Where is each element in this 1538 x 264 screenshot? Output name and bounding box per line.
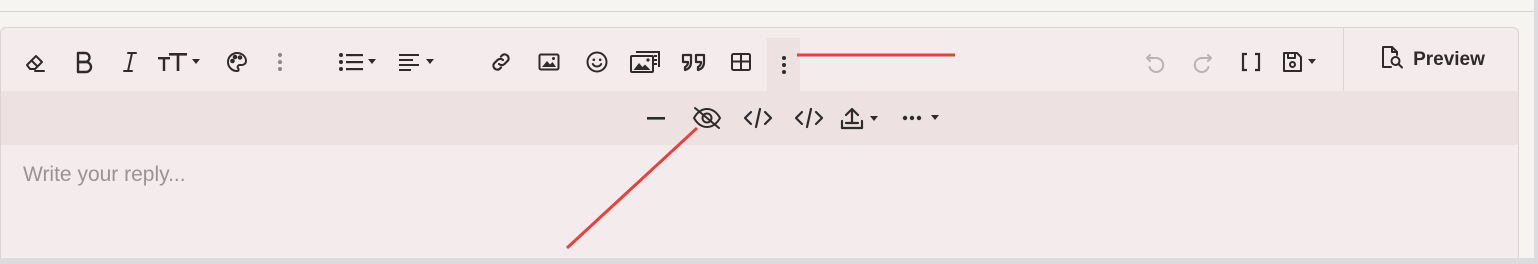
toggle-bbcode-button[interactable] bbox=[1235, 46, 1267, 78]
code-button[interactable] bbox=[741, 103, 775, 133]
text-size-button[interactable] bbox=[155, 46, 205, 78]
text-color-button[interactable] bbox=[221, 46, 253, 78]
vertical-dots-icon bbox=[781, 54, 787, 76]
more-options-button[interactable] bbox=[899, 103, 945, 133]
brackets-icon bbox=[1239, 50, 1263, 74]
spoiler-button[interactable] bbox=[689, 103, 725, 133]
preview-icon bbox=[1379, 44, 1405, 76]
preview-button[interactable]: Preview bbox=[1343, 28, 1518, 91]
editor-toolbar-secondary bbox=[1, 91, 1518, 145]
editor-toolbar-main: Preview bbox=[1, 28, 1518, 91]
more-horizontal-icon bbox=[900, 107, 944, 129]
reply-editor: Preview Write your reply... bbox=[0, 27, 1519, 259]
eraser-icon bbox=[23, 50, 47, 74]
align-left-icon bbox=[396, 50, 440, 74]
redo-button[interactable] bbox=[1187, 46, 1219, 78]
page-top-strip bbox=[0, 0, 1538, 12]
vertical-dots-icon bbox=[277, 51, 283, 73]
list-button[interactable] bbox=[335, 46, 383, 78]
insert-table-button[interactable] bbox=[725, 46, 757, 78]
list-icon bbox=[336, 50, 382, 74]
preview-label: Preview bbox=[1413, 48, 1485, 70]
horizontal-line-icon bbox=[645, 107, 667, 129]
upload-icon bbox=[838, 105, 884, 131]
insert-hr-button[interactable] bbox=[641, 103, 671, 133]
insert-media-button[interactable] bbox=[627, 46, 663, 78]
media-icon bbox=[629, 49, 661, 75]
inline-code-button[interactable] bbox=[792, 103, 826, 133]
quote-icon bbox=[680, 50, 708, 74]
bold-button[interactable] bbox=[69, 46, 99, 78]
table-icon bbox=[729, 50, 753, 74]
undo-icon bbox=[1143, 50, 1167, 74]
redo-icon bbox=[1191, 50, 1215, 74]
undo-button[interactable] bbox=[1139, 46, 1171, 78]
smile-icon bbox=[585, 50, 609, 74]
remove-format-button[interactable] bbox=[19, 46, 51, 78]
attach-button[interactable] bbox=[837, 103, 885, 133]
drafts-button[interactable] bbox=[1279, 46, 1325, 78]
bottom-edge bbox=[0, 258, 1538, 264]
text-size-icon bbox=[156, 50, 204, 74]
align-button[interactable] bbox=[395, 46, 441, 78]
more-insert-button[interactable] bbox=[767, 38, 800, 91]
code-icon bbox=[743, 106, 773, 130]
italic-icon bbox=[120, 50, 140, 74]
link-icon bbox=[489, 50, 513, 74]
more-text-button[interactable] bbox=[269, 46, 291, 78]
insert-quote-button[interactable] bbox=[677, 46, 711, 78]
insert-smilie-button[interactable] bbox=[581, 46, 613, 78]
inline-code-icon bbox=[794, 106, 824, 130]
insert-link-button[interactable] bbox=[485, 46, 517, 78]
bold-icon bbox=[73, 50, 95, 74]
reply-textarea-placeholder[interactable]: Write your reply... bbox=[23, 163, 186, 187]
palette-icon bbox=[225, 50, 249, 74]
eye-slash-icon bbox=[691, 105, 723, 131]
insert-image-button[interactable] bbox=[533, 46, 565, 78]
image-icon bbox=[537, 50, 561, 74]
italic-button[interactable] bbox=[115, 46, 145, 78]
scrollbar-edge bbox=[1534, 0, 1538, 264]
save-drafts-icon bbox=[1280, 50, 1324, 74]
